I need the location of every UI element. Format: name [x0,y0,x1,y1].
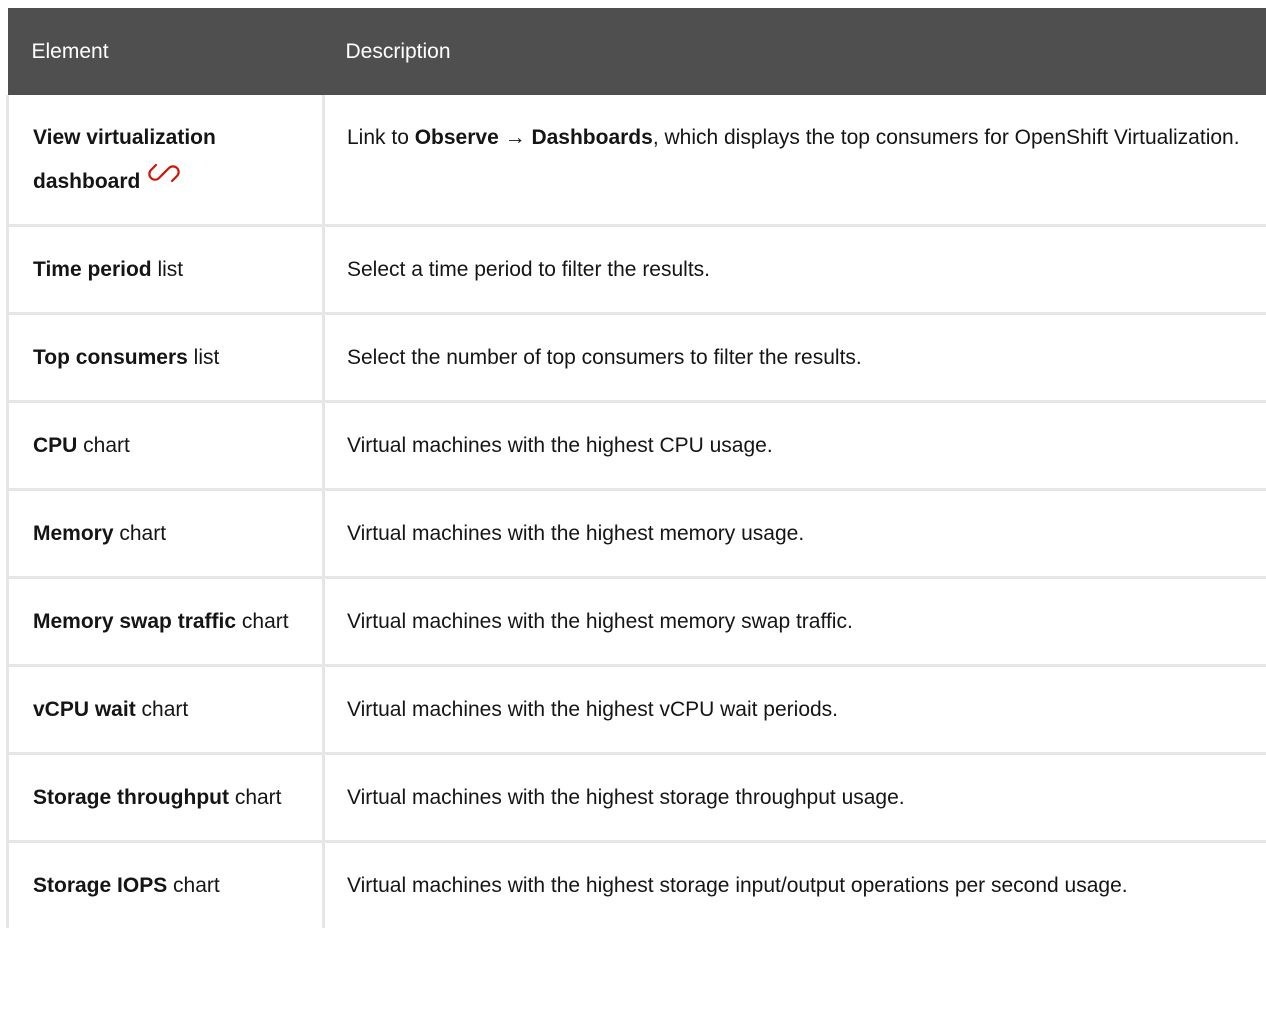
table-row: Memory swap traffic chart Virtual machin… [6,577,1266,667]
element-name: vCPU wait [33,698,136,721]
description-cell: Select the number of top consumers to fi… [323,313,1266,403]
element-cell: Memory chart [6,489,325,579]
description-text: Link to [347,126,415,149]
element-name: Memory swap traffic [33,610,237,633]
element-type: chart [113,522,167,545]
table-row: Top consumers list Select the number of … [6,313,1266,403]
element-cell: Time period list [6,225,325,315]
element-name: Storage IOPS [33,874,168,897]
element-cell: Storage IOPS chart [6,841,325,928]
element-type: chart [135,698,189,721]
description-cell: Virtual machines with the highest storag… [323,753,1266,843]
table-row: Time period list Select a time period to… [6,225,1266,315]
element-name: Top consumers [33,346,188,369]
element-cell: CPU chart [6,401,325,491]
element-name: Storage throughput [33,786,229,809]
table-header: Element Description [7,8,1266,95]
description-cell: Virtual machines with the highest memory… [323,577,1266,667]
element-name: Memory [33,522,114,545]
table-row: CPU chart Virtual machines with the high… [6,401,1266,491]
element-cell: Storage throughput chart [6,753,325,843]
table-row: vCPU wait chart Virtual machines with th… [6,665,1266,755]
description-cell: Virtual machines with the highest memory… [323,489,1266,579]
description-cell: Virtual machines with the highest CPU us… [323,401,1266,491]
element-type: chart [77,434,130,457]
element-cell: Top consumers list [6,313,325,403]
element-type: list [151,258,184,281]
elements-table: Element Description View virtualization … [6,8,1266,928]
description-cell: Virtual machines with the highest storag… [347,874,1128,897]
menu-path: Observe → Dashboards [414,126,653,149]
table-row: Storage IOPS chart Virtual machines with… [6,841,1266,928]
header-row: Element Description [7,8,1266,95]
element-cell: Memory swap traffic chart [6,577,325,667]
table-body: View virtualization dashboard Link to Ob… [6,95,1266,928]
element-name: Time period [33,258,152,281]
column-header-element: Element [7,8,324,95]
element-cell: View virtualization dashboard [6,95,325,227]
column-header-description: Description [323,8,1266,95]
table-row: Storage throughput chart Virtual machine… [6,753,1266,843]
table-row: Memory chart Virtual machines with the h… [6,489,1266,579]
description-cell: Virtual machines with the highest vCPU w… [323,665,1266,755]
link-icon[interactable] [144,156,184,192]
description-cell: Select a time period to filter the resul… [323,225,1266,315]
description-cell: Link to Observe → Dashboards, which disp… [323,95,1266,227]
element-type: list [187,346,220,369]
table-row: View virtualization dashboard Link to Ob… [6,95,1266,227]
view-virtualization-dashboard-link[interactable]: View virtualization dashboard [33,126,216,193]
element-type: chart [167,874,220,897]
element-cell: vCPU wait chart [6,665,325,755]
description-text-tail: , which displays the top consumers for O… [652,126,1240,149]
element-type: chart [228,786,282,809]
element-type: chart [236,610,289,633]
element-name: CPU [33,434,78,457]
